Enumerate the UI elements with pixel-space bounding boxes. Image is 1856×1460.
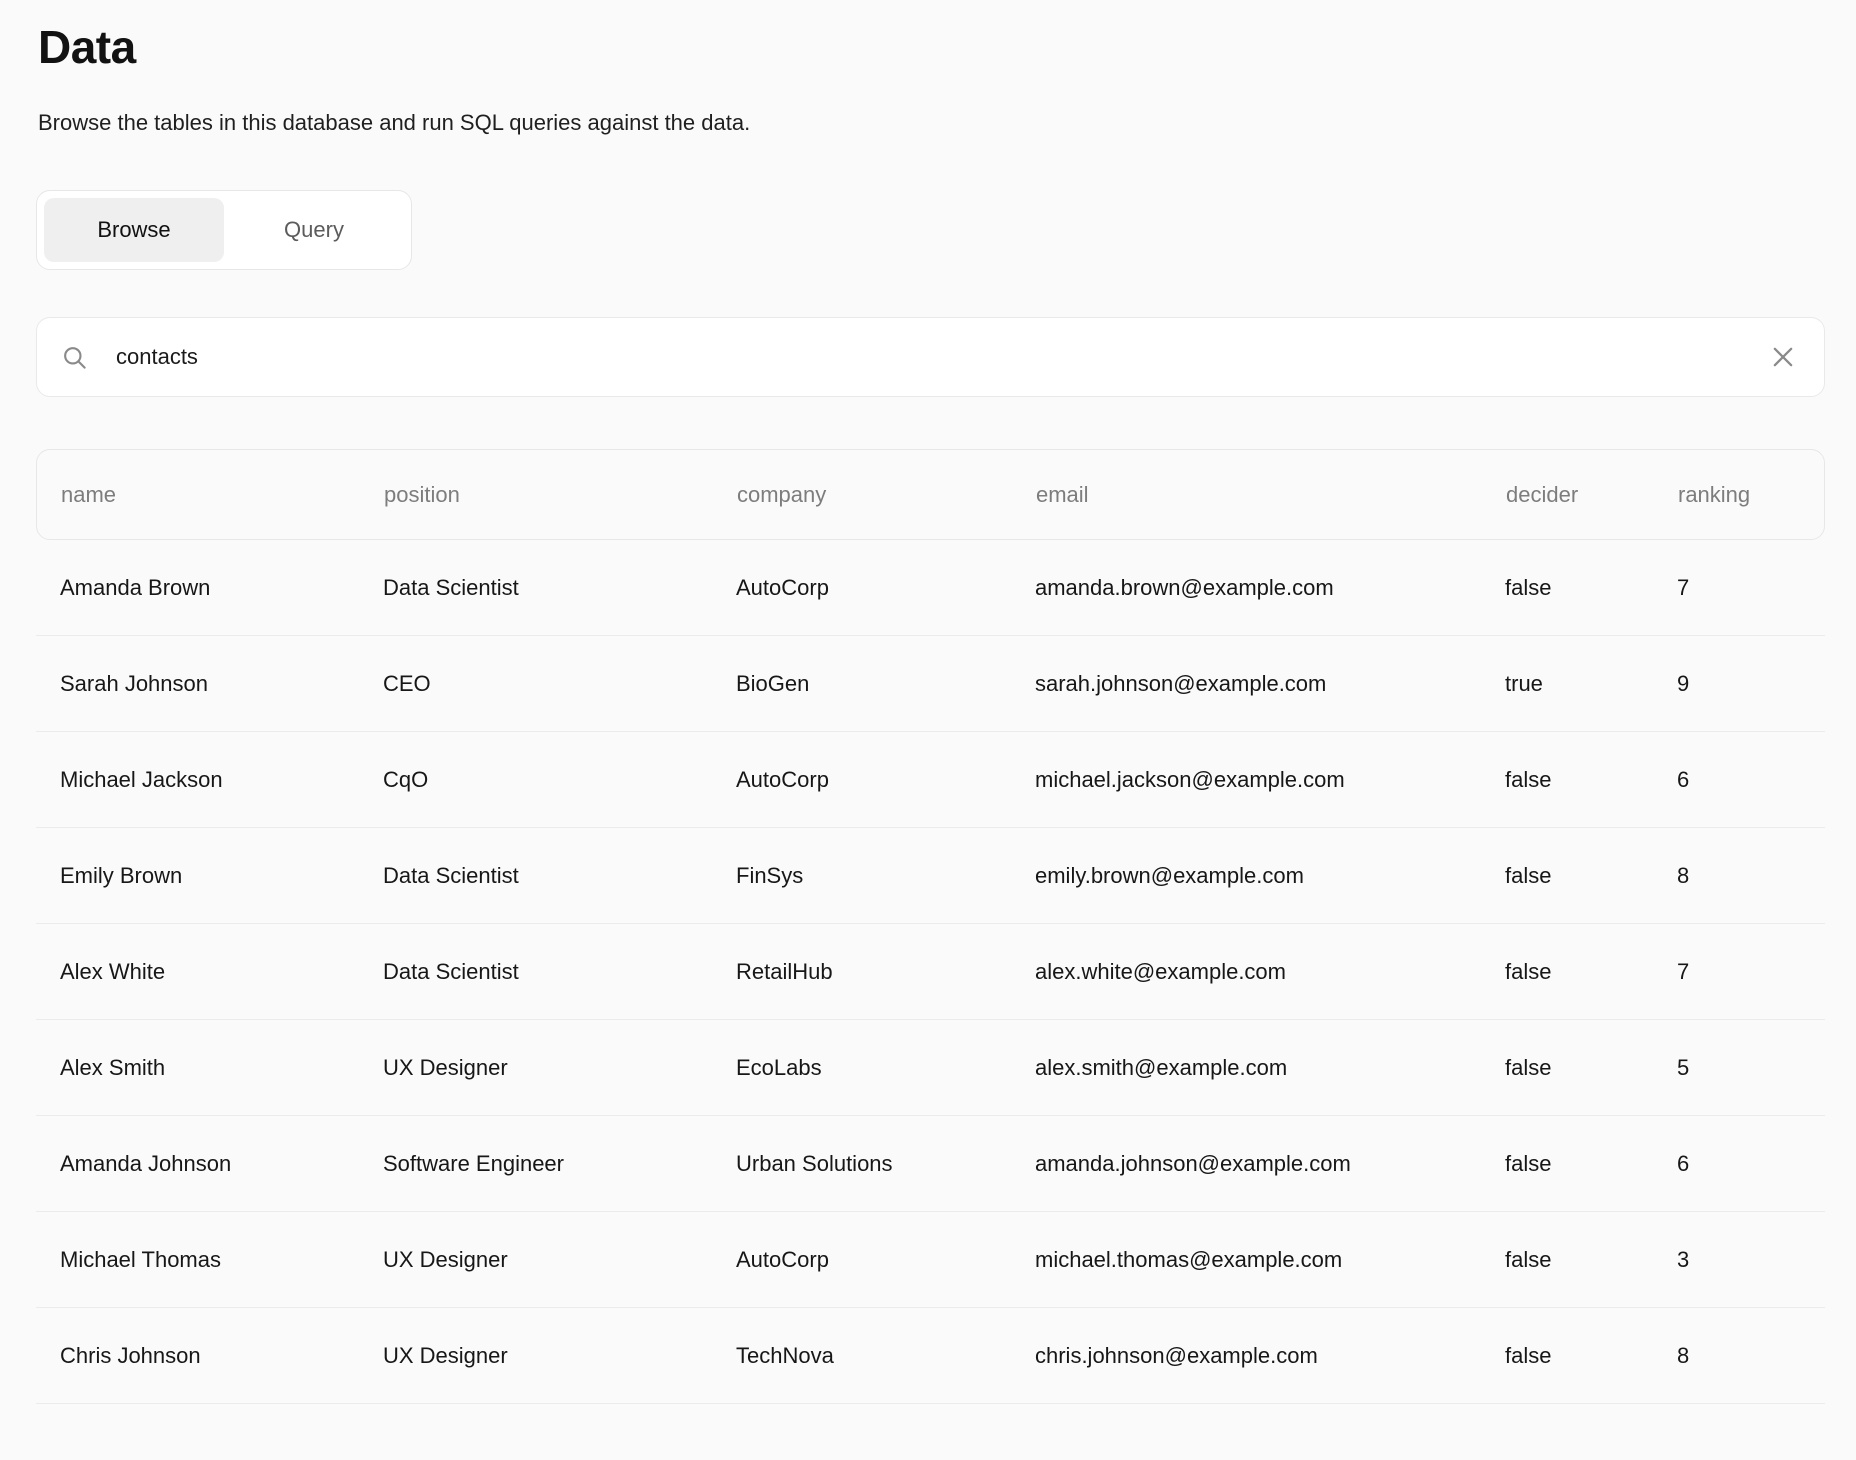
cell-ranking: 5 [1677, 1055, 1825, 1081]
cell-ranking: 8 [1677, 1343, 1825, 1369]
cell-name: Amanda Johnson [36, 1151, 383, 1177]
cell-company: TechNova [736, 1343, 1035, 1369]
cell-position: Data Scientist [383, 575, 736, 601]
cell-company: BioGen [736, 671, 1035, 697]
cell-name: Sarah Johnson [36, 671, 383, 697]
tab-query[interactable]: Query [224, 198, 404, 262]
cell-email: amanda.johnson@example.com [1035, 1151, 1505, 1177]
table-row[interactable]: Emily BrownData ScientistFinSysemily.bro… [36, 828, 1825, 924]
cell-company: AutoCorp [736, 1247, 1035, 1273]
view-tab-group: Browse Query [36, 190, 412, 270]
cell-email: amanda.brown@example.com [1035, 575, 1505, 601]
column-header-position: position [384, 482, 737, 508]
cell-position: UX Designer [383, 1247, 736, 1273]
cell-email: michael.thomas@example.com [1035, 1247, 1505, 1273]
cell-name: Emily Brown [36, 863, 383, 889]
cell-email: alex.white@example.com [1035, 959, 1505, 985]
table-row[interactable]: Chris JohnsonUX DesignerTechNovachris.jo… [36, 1308, 1825, 1404]
column-header-decider: decider [1506, 482, 1678, 508]
cell-position: UX Designer [383, 1055, 736, 1081]
cell-decider: false [1505, 1343, 1677, 1369]
contacts-table: namepositioncompanyemaildeciderranking A… [36, 449, 1825, 1404]
cell-ranking: 7 [1677, 959, 1825, 985]
table-row[interactable]: Sarah JohnsonCEOBioGensarah.johnson@exam… [36, 636, 1825, 732]
cell-ranking: 8 [1677, 863, 1825, 889]
tab-browse[interactable]: Browse [44, 198, 224, 262]
page-title: Data [38, 20, 1856, 74]
column-header-name: name [37, 482, 384, 508]
column-header-company: company [737, 482, 1036, 508]
cell-email: alex.smith@example.com [1035, 1055, 1505, 1081]
table-row[interactable]: Alex WhiteData ScientistRetailHubalex.wh… [36, 924, 1825, 1020]
cell-name: Michael Jackson [36, 767, 383, 793]
cell-name: Chris Johnson [36, 1343, 383, 1369]
cell-decider: false [1505, 575, 1677, 601]
cell-name: Alex White [36, 959, 383, 985]
cell-company: Urban Solutions [736, 1151, 1035, 1177]
cell-email: chris.johnson@example.com [1035, 1343, 1505, 1369]
cell-name: Amanda Brown [36, 575, 383, 601]
table-row[interactable]: Michael JacksonCqOAutoCorpmichael.jackso… [36, 732, 1825, 828]
column-header-ranking: ranking [1678, 482, 1826, 508]
clear-search-button[interactable] [1768, 342, 1798, 372]
table-row[interactable]: Alex SmithUX DesignerEcoLabsalex.smith@e… [36, 1020, 1825, 1116]
cell-name: Alex Smith [36, 1055, 383, 1081]
table-row[interactable]: Michael ThomasUX DesignerAutoCorpmichael… [36, 1212, 1825, 1308]
cell-decider: false [1505, 959, 1677, 985]
cell-decider: false [1505, 863, 1677, 889]
cell-email: sarah.johnson@example.com [1035, 671, 1505, 697]
cell-position: CqO [383, 767, 736, 793]
table-header-row: namepositioncompanyemaildeciderranking [36, 449, 1825, 540]
search-bar[interactable] [36, 317, 1825, 397]
cell-position: Data Scientist [383, 959, 736, 985]
cell-decider: true [1505, 671, 1677, 697]
cell-decider: false [1505, 1151, 1677, 1177]
cell-ranking: 9 [1677, 671, 1825, 697]
cell-email: michael.jackson@example.com [1035, 767, 1505, 793]
cell-ranking: 6 [1677, 767, 1825, 793]
cell-position: Software Engineer [383, 1151, 736, 1177]
cell-ranking: 3 [1677, 1247, 1825, 1273]
cell-email: emily.brown@example.com [1035, 863, 1505, 889]
cell-company: AutoCorp [736, 767, 1035, 793]
search-icon [61, 344, 88, 371]
cell-company: RetailHub [736, 959, 1035, 985]
cell-position: UX Designer [383, 1343, 736, 1369]
cell-decider: false [1505, 1247, 1677, 1273]
table-row[interactable]: Amanda BrownData ScientistAutoCorpamanda… [36, 540, 1825, 636]
cell-position: Data Scientist [383, 863, 736, 889]
cell-company: FinSys [736, 863, 1035, 889]
cell-decider: false [1505, 1055, 1677, 1081]
cell-company: AutoCorp [736, 575, 1035, 601]
page-subtitle: Browse the tables in this database and r… [38, 110, 1856, 136]
table-row[interactable]: Amanda JohnsonSoftware EngineerUrban Sol… [36, 1116, 1825, 1212]
close-icon [1769, 343, 1797, 371]
cell-decider: false [1505, 767, 1677, 793]
cell-position: CEO [383, 671, 736, 697]
table-body: Amanda BrownData ScientistAutoCorpamanda… [36, 540, 1825, 1404]
cell-ranking: 7 [1677, 575, 1825, 601]
cell-name: Michael Thomas [36, 1247, 383, 1273]
data-page: Data Browse the tables in this database … [0, 20, 1856, 1460]
cell-company: EcoLabs [736, 1055, 1035, 1081]
cell-ranking: 6 [1677, 1151, 1825, 1177]
search-input[interactable] [116, 344, 1768, 370]
column-header-email: email [1036, 482, 1506, 508]
